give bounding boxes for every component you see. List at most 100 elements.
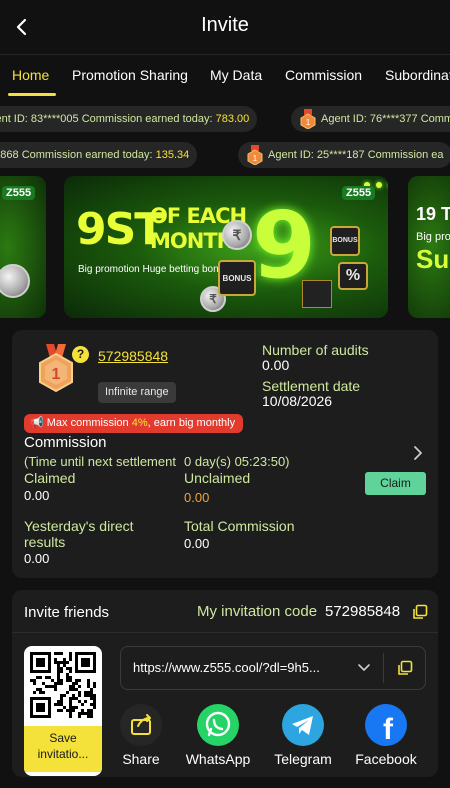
yesterday-label-line1: Yesterday's direct	[24, 518, 134, 534]
invite-friends-title: Invite friends	[24, 604, 110, 621]
ticker-label: Comm	[420, 113, 450, 125]
banner-main[interactable]: 9ST OF EACH MONTH Big promotion Huge bet…	[64, 176, 388, 318]
ticker-item: 1 Agent ID: 76****377 Comm	[291, 106, 450, 132]
user-id[interactable]: 572985848	[98, 348, 168, 364]
tab-promotion-sharing[interactable]: Promotion Sharing	[72, 67, 188, 83]
share-option-share[interactable]: Share	[120, 704, 162, 767]
ticker-value: 783.00	[215, 113, 250, 125]
active-tab-indicator	[8, 93, 56, 96]
agent-id: Agent ID: 83****005	[0, 113, 79, 125]
banner-next[interactable]: 19 TH Big pro Supe	[408, 176, 450, 318]
invite-link: https://www.z555.cool/?dl=9h5...	[133, 660, 320, 675]
telegram-icon	[282, 704, 324, 746]
qr-code-card: Save invitatio...	[24, 646, 102, 776]
rank-medal-icon: 1	[39, 344, 73, 392]
range-chip: Infinite range	[98, 382, 176, 403]
agent-id: Agent ID: 14****868	[0, 149, 19, 161]
header-bar: Invite	[0, 0, 450, 54]
audits-value: 0.00	[262, 357, 290, 373]
countdown-label: (Time until next settlement	[24, 454, 176, 469]
qr-code	[30, 652, 96, 718]
share-icon	[120, 704, 162, 746]
tab-bar: Home Promotion Sharing My Data Commissio…	[0, 54, 450, 96]
commission-title: Commission	[24, 434, 107, 451]
ticker-item: 1 Agent ID: 25****187 Commission ea	[238, 142, 450, 168]
banner-subtitle: Big promotion Huge betting bonus	[78, 264, 230, 275]
banner-next-title: 19 TH	[416, 204, 450, 224]
max-commission-banner: 📢 Max commission 4%, earn big monthly	[24, 414, 244, 433]
share-option-facebook[interactable]: f Facebook	[353, 704, 419, 767]
ticker-item: Agent ID: 14****868 Commission earned to…	[0, 142, 198, 168]
coin-icon: ₹	[222, 220, 252, 250]
commission-ticker-2: Agent ID: 14****868 Commission earned to…	[0, 142, 450, 172]
question-icon[interactable]: ?	[72, 346, 89, 363]
unclaimed-label: Unclaimed	[184, 470, 251, 486]
banner-prev[interactable]: Z555	[0, 176, 46, 318]
coin-icon	[0, 264, 30, 298]
invite-friends-card: Invite friends My invitation code 572985…	[12, 590, 438, 777]
invitation-code-label: My invitation code	[197, 603, 318, 620]
save-invitation-button[interactable]: Save invitatio...	[24, 726, 102, 772]
audits-label: Number of audits	[262, 342, 369, 358]
tab-my-data[interactable]: My Data	[210, 67, 262, 83]
bonus-box-icon: BONUS	[330, 226, 360, 256]
telegram-label: Telegram	[274, 751, 332, 767]
svg-text:1: 1	[253, 154, 258, 163]
save-label: Save	[49, 731, 77, 745]
unclaimed-value: 0.00	[184, 490, 210, 505]
svg-text:f: f	[383, 713, 394, 746]
promo-carousel[interactable]: Z555 9ST OF EACH MONTH Big promotion Hug…	[0, 176, 450, 318]
total-commission-label: Total Commission	[184, 518, 295, 534]
countdown-value: 0 day(s) 05:23:50)	[184, 454, 290, 469]
agent-id: Agent ID: 76****377	[321, 113, 418, 125]
banner-next-headline: Supe	[416, 244, 450, 274]
save-label-2: invitatio...	[37, 747, 89, 761]
settlement-value: 10/08/2026	[262, 393, 333, 409]
promo-highlight: 4%	[131, 417, 148, 429]
chevron-down-icon[interactable]	[357, 661, 371, 675]
commission-stats-card: 1 ? 572985848 Infinite range Number of a…	[12, 330, 438, 578]
share-option-telegram[interactable]: Telegram	[270, 704, 336, 767]
copy-icon[interactable]	[412, 604, 428, 620]
promo-prefix: Max commission	[46, 417, 132, 429]
ticker-value: 135.34	[155, 149, 190, 161]
ticker-label: Commission ea	[367, 149, 444, 161]
divider	[12, 632, 438, 633]
invite-link-field[interactable]: https://www.z555.cool/?dl=9h5...	[120, 646, 426, 690]
share-option-whatsapp[interactable]: WhatsApp	[184, 704, 252, 767]
facebook-icon: f	[365, 704, 407, 746]
banner-next-sub: Big pro	[416, 231, 450, 243]
total-commission-value: 0.00	[184, 536, 210, 551]
gift-icon	[302, 280, 332, 308]
settlement-label: Settlement date	[262, 378, 361, 394]
ticker-label: Commission earned today:	[21, 149, 153, 161]
tab-commission[interactable]: Commission	[285, 67, 362, 83]
claimed-label: Claimed	[24, 470, 76, 486]
commission-ticker-1: Agent ID: 83****005 Commission earned to…	[0, 106, 450, 136]
tab-subordinate[interactable]: Subordinat	[385, 67, 450, 83]
claim-button[interactable]: Claim	[365, 472, 426, 495]
rank-number: 1	[52, 366, 61, 383]
copy-link-icon[interactable]	[397, 660, 413, 676]
percent-icon: %	[338, 262, 368, 290]
promo-suffix: , earn big monthly	[147, 417, 236, 429]
medal-icon: 1	[300, 109, 316, 130]
invitation-code: 572985848	[325, 603, 401, 620]
yesterday-label-line2: results	[24, 534, 66, 550]
svg-text:1: 1	[306, 118, 311, 127]
chevron-right-icon[interactable]	[410, 442, 426, 464]
medal-icon: 1	[247, 145, 263, 166]
tab-home[interactable]: Home	[12, 67, 49, 83]
yesterday-value: 0.00	[24, 551, 50, 566]
claimed-value: 0.00	[24, 488, 50, 503]
ticker-label: Commission earned today:	[81, 113, 213, 125]
link-separator	[383, 653, 384, 683]
brand-logo: Z555	[342, 186, 376, 200]
megaphone-icon: 📢	[30, 417, 44, 429]
brand-logo: Z555	[2, 186, 36, 200]
share-label: Share	[122, 751, 160, 767]
yesterday-label: Yesterday's direct results	[24, 518, 134, 550]
facebook-label: Facebook	[355, 751, 417, 767]
ticker-item: Agent ID: 83****005 Commission earned to…	[0, 106, 258, 132]
whatsapp-icon	[197, 704, 239, 746]
